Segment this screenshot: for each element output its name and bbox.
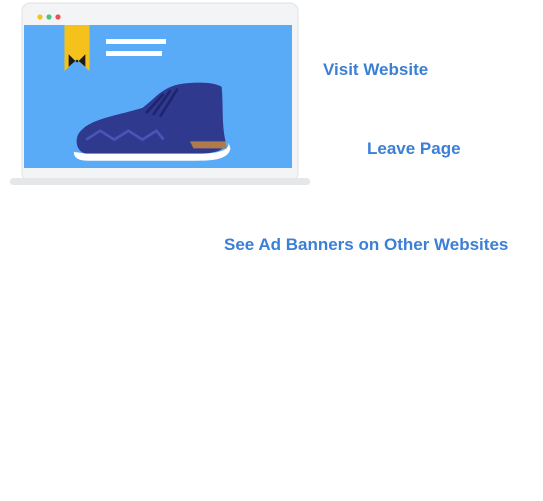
step-leave-page: Leave Page (367, 139, 461, 158)
browser-dots-icon (37, 14, 43, 20)
step-visit-website: Visit Website (323, 60, 429, 79)
step-see-ad-banners: See Ad Banners on Other Websites (224, 235, 509, 254)
top-laptop (10, 2, 310, 185)
